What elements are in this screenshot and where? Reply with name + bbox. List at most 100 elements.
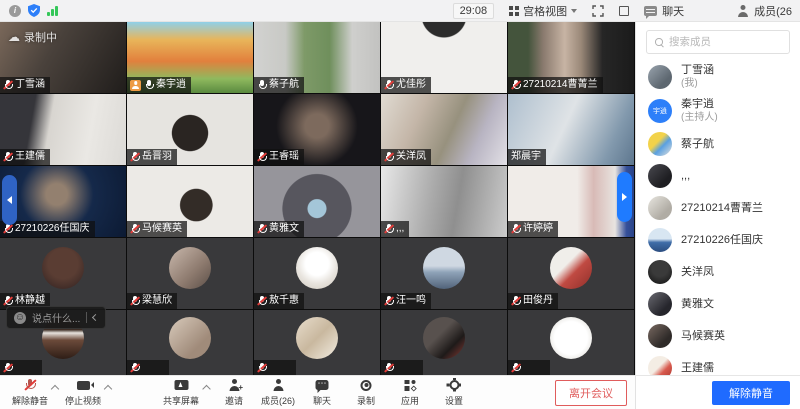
participant-name: 田俊丹 bbox=[523, 294, 553, 308]
participant-name: 王建儒 bbox=[15, 150, 45, 164]
search-input[interactable] bbox=[669, 36, 781, 48]
sidebar-unmute-button[interactable]: 解除静音 bbox=[712, 381, 790, 405]
chevron-down-icon bbox=[571, 9, 577, 13]
video-tile[interactable]: 汪一鸣 bbox=[381, 238, 507, 309]
fullscreen-icon[interactable] bbox=[592, 5, 604, 17]
next-page-button[interactable] bbox=[617, 172, 632, 222]
record-button[interactable]: 录制 bbox=[344, 376, 388, 409]
avatar bbox=[169, 247, 211, 289]
list-item[interactable]: 关洋凤 bbox=[636, 256, 800, 288]
recording-indicator: ☁录制中 bbox=[8, 29, 57, 45]
avatar bbox=[423, 317, 465, 359]
chat-toggle-label: 聊天 bbox=[662, 3, 684, 19]
chat-toggle-button[interactable]: 聊天 bbox=[644, 3, 684, 19]
member-list: 丁雪涵(我) 宇逍 秦宇逍(主持人) 蔡子航 ,,, 27210214曹菁兰 bbox=[636, 58, 800, 375]
video-tile[interactable]: 敖千惠 bbox=[254, 238, 380, 309]
muted-mic-icon bbox=[384, 296, 393, 307]
video-tile[interactable]: 田俊丹 bbox=[508, 238, 634, 309]
member-role: (我) bbox=[681, 77, 714, 90]
sidebar-footer: 解除静音 bbox=[635, 376, 800, 409]
video-tile[interactable]: ,,, bbox=[381, 166, 507, 237]
muted-mic-icon bbox=[130, 362, 139, 373]
view-switch-label: 宫格视图 bbox=[523, 3, 567, 19]
emoji-icon[interactable]: ☺ bbox=[14, 312, 26, 324]
share-screen-icon bbox=[174, 380, 188, 390]
video-tile[interactable]: 王睿瑶 bbox=[254, 94, 380, 165]
list-item[interactable]: 27210226任国庆 bbox=[636, 224, 800, 256]
video-tile[interactable]: ☁录制中 丁雪涵 bbox=[0, 22, 126, 93]
muted-mic-icon bbox=[511, 362, 520, 373]
member-search-box[interactable] bbox=[646, 30, 790, 54]
video-tile[interactable]: 林静越 bbox=[0, 238, 126, 309]
window-mode-icon[interactable] bbox=[619, 6, 629, 16]
avatar bbox=[550, 317, 592, 359]
video-tile[interactable]: 尤佳彤 bbox=[381, 22, 507, 93]
list-item[interactable]: 马候赛英 bbox=[636, 320, 800, 352]
avatar bbox=[648, 164, 672, 188]
list-item[interactable]: 黄雅文 bbox=[636, 288, 800, 320]
mic-options-chevron[interactable] bbox=[51, 384, 59, 392]
muted-mic-icon bbox=[257, 296, 266, 307]
video-tile[interactable]: 王建儒 bbox=[0, 94, 126, 165]
list-item[interactable]: 27210214曹菁兰 bbox=[636, 192, 800, 224]
unmute-button[interactable]: 解除静音 bbox=[8, 376, 52, 409]
stop-video-button[interactable]: 停止视频 bbox=[61, 376, 105, 409]
muted-mic-icon bbox=[257, 224, 266, 235]
grid-view-icon bbox=[509, 6, 519, 16]
quick-chat-input[interactable]: ☺ 说点什么... bbox=[6, 306, 106, 329]
chat-button[interactable]: 聊天 bbox=[300, 376, 344, 409]
video-tile[interactable]: 郑晨宇 bbox=[508, 94, 634, 165]
invite-button[interactable]: + 邀请 bbox=[212, 376, 256, 409]
video-tile[interactable] bbox=[381, 310, 507, 375]
person-icon bbox=[272, 379, 284, 391]
avatar bbox=[42, 247, 84, 289]
apps-button[interactable]: 应用 bbox=[388, 376, 432, 409]
share-options-chevron[interactable] bbox=[202, 384, 210, 392]
share-screen-button[interactable]: 共享屏幕 bbox=[159, 376, 203, 409]
participant-name: 梁慧欣 bbox=[142, 294, 172, 308]
video-tile[interactable]: 岳晋羽 bbox=[127, 94, 253, 165]
participant-name: 蔡子航 bbox=[269, 78, 299, 92]
prev-page-button[interactable] bbox=[2, 175, 17, 225]
list-item[interactable]: 丁雪涵(我) bbox=[636, 60, 800, 94]
video-tile[interactable]: 秦宇逍 bbox=[127, 22, 253, 93]
invite-person-icon: + bbox=[228, 379, 240, 391]
settings-button[interactable]: 设置 bbox=[432, 376, 476, 409]
gear-icon bbox=[449, 380, 459, 390]
video-options-chevron[interactable] bbox=[104, 384, 112, 392]
leave-meeting-button[interactable]: 离开会议 bbox=[555, 380, 627, 406]
meeting-timer: 29:08 bbox=[453, 3, 495, 19]
video-tile[interactable] bbox=[127, 310, 253, 375]
video-tile[interactable]: 黄雅文 bbox=[254, 166, 380, 237]
muted-mic-icon bbox=[130, 296, 139, 307]
status-icons: i bbox=[0, 4, 58, 17]
members-toggle-button[interactable]: 成员(26 bbox=[737, 3, 792, 19]
muted-mic-icon bbox=[130, 152, 139, 163]
members-button[interactable]: 成员(26) bbox=[256, 376, 300, 409]
video-tile[interactable]: 蔡子航 bbox=[254, 22, 380, 93]
divider bbox=[86, 312, 87, 323]
video-tile[interactable]: 马候赛英 bbox=[127, 166, 253, 237]
video-tile[interactable]: 许婷婷 bbox=[508, 166, 634, 237]
participant-name: 岳晋羽 bbox=[142, 150, 172, 164]
video-tile[interactable]: 27210226任国庆 bbox=[0, 166, 126, 237]
avatar bbox=[423, 247, 465, 289]
video-tile[interactable]: 27210214曹菁兰 bbox=[508, 22, 634, 93]
list-item[interactable]: ,,, bbox=[636, 160, 800, 192]
collapse-chevron-icon[interactable] bbox=[92, 314, 99, 321]
video-tile[interactable] bbox=[254, 310, 380, 375]
list-item[interactable]: 蔡子航 bbox=[636, 128, 800, 160]
video-tile[interactable] bbox=[508, 310, 634, 375]
muted-mic-icon bbox=[384, 80, 393, 91]
participant-name: 秦宇逍 bbox=[156, 78, 186, 92]
list-item[interactable]: 王建儒 bbox=[636, 352, 800, 375]
record-icon bbox=[361, 380, 372, 391]
muted-mic-icon bbox=[384, 224, 393, 235]
list-item[interactable]: 宇逍 秦宇逍(主持人) bbox=[636, 94, 800, 128]
muted-mic-icon bbox=[3, 224, 12, 235]
video-tile[interactable]: 梁慧欣 bbox=[127, 238, 253, 309]
members-panel: 丁雪涵(我) 宇逍 秦宇逍(主持人) 蔡子航 ,,, 27210214曹菁兰 bbox=[635, 22, 800, 375]
view-switch-button[interactable]: 宫格视图 bbox=[509, 3, 577, 19]
avatar bbox=[648, 65, 672, 89]
video-tile[interactable]: 关洋凤 bbox=[381, 94, 507, 165]
